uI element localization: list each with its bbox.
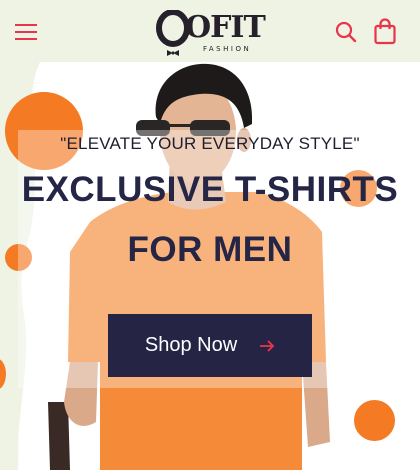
shopping-bag-icon[interactable] <box>373 17 397 45</box>
hamburger-menu-icon[interactable] <box>14 22 40 42</box>
hero-tagline: "ELEVATE YOUR EVERYDAY STYLE" <box>60 134 360 153</box>
brand-logo[interactable]: OFIT FASHION <box>155 8 266 58</box>
shop-now-label: Shop Now <box>144 334 238 356</box>
shop-now-button[interactable]: Shop Now <box>108 314 312 377</box>
decor-dot <box>354 400 395 441</box>
hero-banner: "ELEVATE YOUR EVERYDAY STYLE" EXCLUSIVE … <box>0 62 420 470</box>
hero-headline-line-2: FOR MEN <box>127 230 293 269</box>
brand-subtitle: FASHION <box>203 45 252 53</box>
search-icon[interactable] <box>334 20 358 44</box>
brand-name: OFIT <box>185 10 266 45</box>
site-header: OFIT FASHION <box>0 0 420 62</box>
arrow-right-icon <box>260 339 275 352</box>
hero-headline-line-1: EXCLUSIVE T-SHIRTS <box>21 170 399 209</box>
